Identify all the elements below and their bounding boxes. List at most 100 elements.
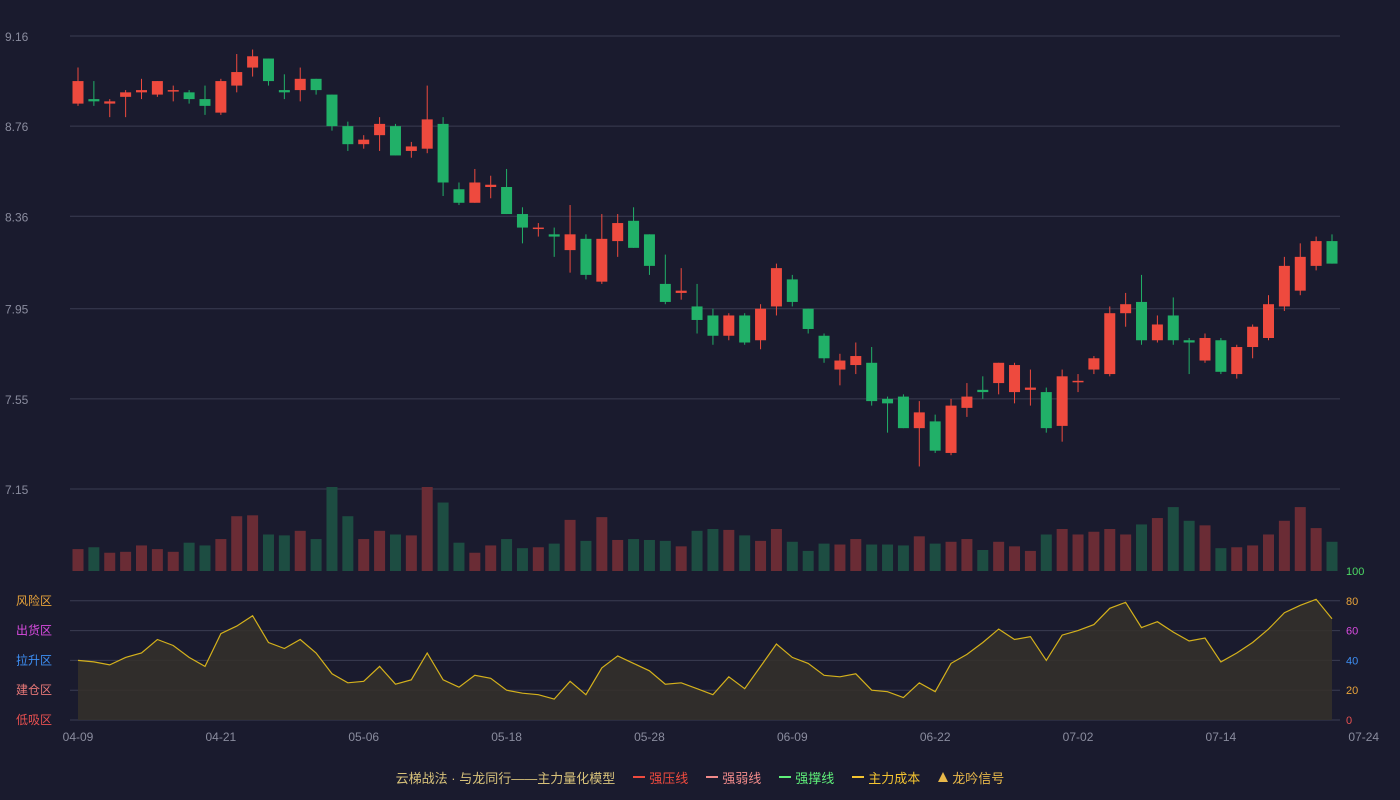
candle-body xyxy=(580,238,592,275)
legend-item-dragon-signal[interactable]: 龙吟信号 xyxy=(938,768,1004,787)
candle-body xyxy=(405,146,417,151)
volume-bar xyxy=(1199,525,1211,571)
candle-body xyxy=(532,227,544,230)
candle-body xyxy=(1040,392,1052,429)
volume-bar xyxy=(167,551,179,571)
volume-bar xyxy=(421,487,433,571)
candle-body xyxy=(1136,301,1148,341)
volume-bar xyxy=(516,548,528,571)
dashed-line-icon xyxy=(852,776,865,778)
volume-bar xyxy=(1183,520,1195,571)
volume-bar xyxy=(866,544,878,571)
candle-body xyxy=(1088,358,1100,370)
volume-bar xyxy=(501,539,513,571)
candle-body xyxy=(326,94,338,127)
candle-body xyxy=(310,78,322,91)
volume-bar xyxy=(1072,534,1084,571)
volume-bar xyxy=(802,550,814,571)
candle-body xyxy=(1104,313,1116,375)
volume-bar xyxy=(437,502,449,571)
volume-bar xyxy=(1294,507,1306,571)
candle-body xyxy=(88,99,100,102)
volume-bar xyxy=(278,535,290,571)
candle-body xyxy=(548,234,560,237)
zone-label: 建仓区 xyxy=(16,683,52,697)
candle-body xyxy=(945,405,957,453)
zone-labels: 风险区出货区拉升区建仓区低吸区 xyxy=(16,593,52,727)
volume-bar xyxy=(469,552,481,571)
volume-bar xyxy=(993,541,1005,571)
volume-bar xyxy=(485,545,497,571)
candle-body xyxy=(1009,365,1021,393)
volume-bar xyxy=(199,545,211,571)
legend-label: 主力成本 xyxy=(868,770,921,786)
candle-body xyxy=(135,90,147,93)
candle-body xyxy=(1167,315,1179,341)
stock-chart: 9.16 8.76 8.36 7.95 7.55 7.15 100 80 60 40 20 0 风险… xyxy=(5,30,1379,744)
candle-body xyxy=(358,139,370,145)
candle-body xyxy=(72,81,84,104)
candle-body xyxy=(897,396,909,429)
candle-body xyxy=(453,189,465,203)
y-tick-label: 7.95 xyxy=(5,303,29,317)
volume-bar xyxy=(913,536,925,571)
volume-bar xyxy=(1009,546,1021,571)
legend-item-strong-support[interactable]: 强撑线 xyxy=(779,768,834,787)
y-tick-label: 8.36 xyxy=(5,210,29,224)
candle-body xyxy=(1151,324,1163,341)
candle-body xyxy=(1326,241,1338,264)
candle-body xyxy=(612,223,624,242)
volume-bar xyxy=(628,539,640,571)
volume-bar xyxy=(1151,518,1163,571)
volume-bar xyxy=(755,540,767,571)
volume-bar xyxy=(374,530,386,571)
x-tick-label: 06-22 xyxy=(920,730,951,744)
candle-body xyxy=(1024,387,1036,390)
candle-body xyxy=(659,283,671,302)
volume-bar xyxy=(120,551,132,571)
candle-body xyxy=(1310,241,1322,266)
volume-bar xyxy=(247,515,259,571)
candle-body xyxy=(564,234,576,251)
legend-title: 云梯战法 · 与龙同行——主力量化模型 xyxy=(395,770,616,786)
legend-item-main-cost[interactable]: 主力成本 xyxy=(852,768,920,787)
volume-bar xyxy=(786,541,798,571)
candle-body xyxy=(929,421,941,451)
volume-bar xyxy=(1024,550,1036,571)
volume-bar xyxy=(532,547,544,571)
volume-bar xyxy=(1136,524,1148,571)
volume-bar xyxy=(1215,548,1227,571)
zone-label: 拉升区 xyxy=(16,652,52,667)
volume-bar xyxy=(1310,528,1322,571)
candle-body xyxy=(770,268,782,307)
candle-body xyxy=(421,119,433,149)
x-tick-label: 04-21 xyxy=(206,730,237,744)
candle-body xyxy=(485,184,497,187)
indicator-area xyxy=(77,598,1333,720)
volume-bar xyxy=(707,529,719,571)
candle-body xyxy=(1056,376,1068,426)
indicator-tick-label: 20 xyxy=(1346,685,1358,697)
legend-item-strong-resistance[interactable]: 强压线 xyxy=(633,768,688,787)
volume-bar xyxy=(262,534,274,571)
volume-bar xyxy=(564,519,576,571)
volume-bar xyxy=(675,546,687,571)
solid-line-icon xyxy=(633,776,646,778)
candle-body xyxy=(977,389,989,393)
volume-bar xyxy=(834,544,846,571)
candle-body xyxy=(834,360,846,370)
volume-bar xyxy=(723,529,735,571)
volume-bar xyxy=(739,535,751,571)
x-tick-label: 05-06 xyxy=(348,730,379,744)
volume-bar xyxy=(1278,520,1290,571)
candle-body xyxy=(1120,304,1132,314)
candle-body xyxy=(691,306,703,320)
candle-body xyxy=(913,412,925,429)
candle-body xyxy=(294,78,306,91)
indicator-axis: 100 80 60 40 20 0 xyxy=(1346,566,1364,727)
candle-body xyxy=(278,90,290,93)
candle-body xyxy=(882,398,894,404)
candle-body xyxy=(342,126,354,145)
volume-bar xyxy=(231,516,243,571)
legend-item-strength-line[interactable]: 强弱线 xyxy=(706,768,761,787)
